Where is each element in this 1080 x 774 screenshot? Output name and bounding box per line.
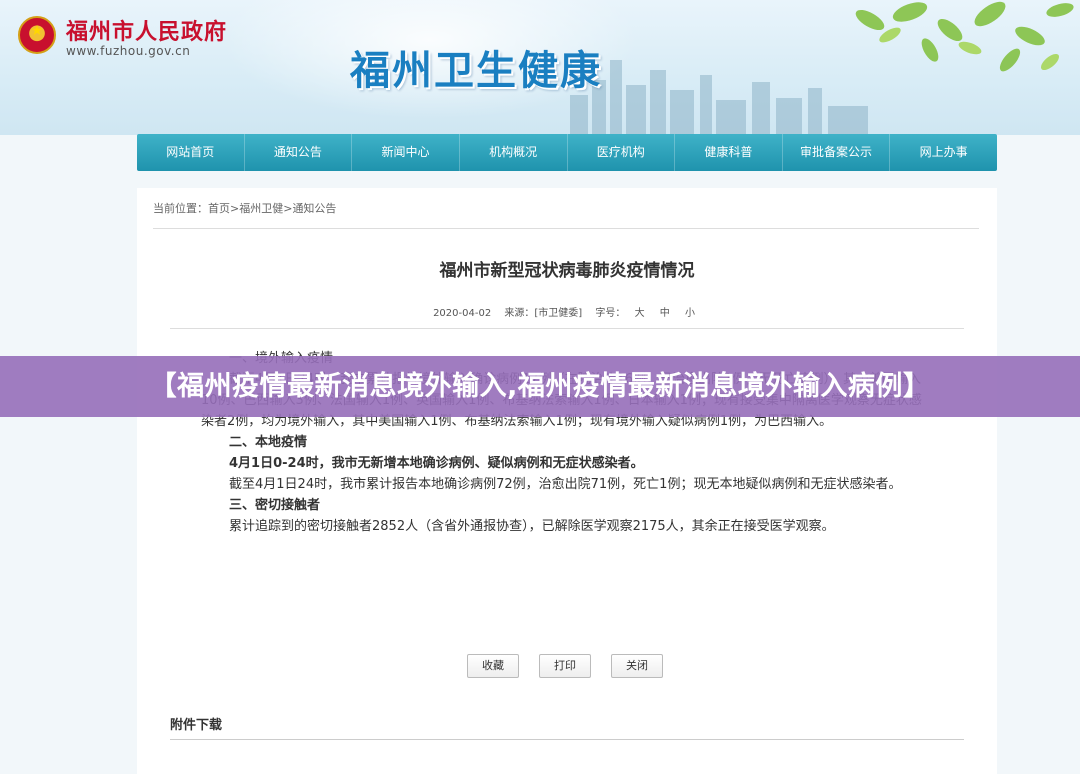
site-header: ★ 福州市人民政府 www.fuzhou.gov.cn 福州卫生健康 [0,0,1080,135]
content-panel: 当前位置：首页>福州卫健>通知公告 福州市新型冠状病毒肺炎疫情情况 2020-0… [137,188,997,774]
article-actions: 收藏 打印 关闭 [467,654,663,678]
close-button[interactable]: 关闭 [611,654,663,678]
nav-item-approval[interactable]: 审批备案公示 [783,134,891,171]
article-source: 来源：[市卫健委] [504,308,583,319]
nav-item-about[interactable]: 机构概况 [460,134,568,171]
article-title: 福州市新型冠状病毒肺炎疫情情况 [439,261,695,281]
font-size-label: 字号： [595,308,626,319]
star-icon: ★ [30,23,44,39]
breadcrumb-home-link[interactable]: 首页 [208,202,230,215]
breadcrumb-page-link[interactable]: 通知公告 [292,202,336,215]
headline-banner: 【福州疫情最新消息境外输入,福州疫情最新消息境外输入病例】 [0,356,1080,417]
favorite-button[interactable]: 收藏 [467,654,519,678]
attachments-heading: 附件下载 [170,718,223,733]
nav-item-news[interactable]: 新闻中心 [352,134,460,171]
nav-item-notices[interactable]: 通知公告 [245,134,353,171]
main-nav: 网站首页 通知公告 新闻中心 机构概况 医疗机构 健康科普 审批备案公示 网上办… [137,134,997,171]
divider [153,228,979,229]
print-button[interactable]: 打印 [539,654,591,678]
nav-item-online-service[interactable]: 网上办事 [890,134,997,171]
paragraph: 累计追踪到的密切接触者2852人（含省外通报协查），已解除医学观察2175人，其… [229,519,835,534]
paragraph: 截至4月1日24时，我市累计报告本地确诊病例72例，治愈出院71例，死亡1例；现… [229,477,902,492]
breadcrumb-section-link[interactable]: 福州卫健 [239,202,283,215]
divider [170,328,964,329]
divider [170,739,964,740]
leaves-decoration [855,1,1074,72]
font-size-large-button[interactable]: 大 [635,308,645,319]
site-title-logo[interactable]: 福州卫生健康 [350,38,602,96]
breadcrumb: 当前位置：首页>福州卫健>通知公告 [153,200,336,216]
gov-site-name[interactable]: 福州市人民政府 [66,14,227,46]
article-date: 2020-04-02 [433,308,492,319]
national-emblem-icon: ★ [18,16,56,54]
nav-item-health[interactable]: 健康科普 [675,134,783,171]
paragraph-bold: 4月1日0-24时，我市无新增本地确诊病例、疑似病例和无症状感染者。 [229,456,644,471]
section-heading: 二、本地疫情 [229,435,308,450]
nav-item-medical[interactable]: 医疗机构 [568,134,676,171]
breadcrumb-separator: > [230,202,240,215]
section-heading: 三、密切接触者 [229,498,321,513]
breadcrumb-prefix: 当前位置： [153,202,208,215]
nav-item-home[interactable]: 网站首页 [137,134,245,171]
article-meta: 2020-04-02 来源：[市卫健委] 字号： 大 中 小 [137,304,997,319]
font-size-small-button[interactable]: 小 [685,308,695,319]
gov-site-url: www.fuzhou.gov.cn [66,44,191,58]
font-size-medium-button[interactable]: 中 [660,308,670,319]
